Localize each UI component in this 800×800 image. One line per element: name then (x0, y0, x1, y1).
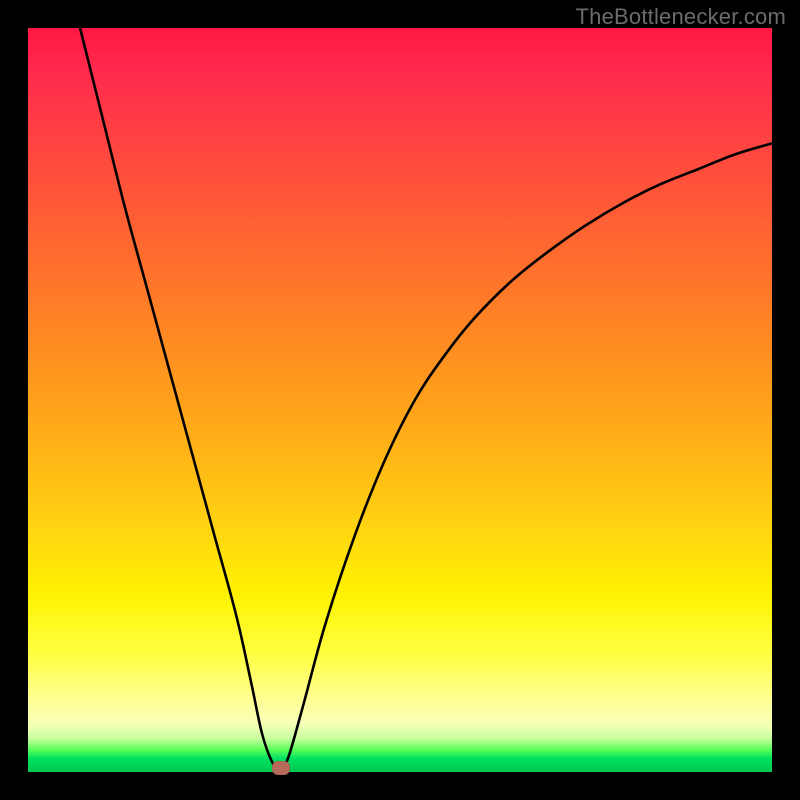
chart-curve-svg (28, 28, 772, 772)
chart-plot-area (28, 28, 772, 772)
bottleneck-curve-path (80, 28, 772, 769)
watermark-text: TheBottlenecker.com (576, 4, 786, 30)
optimum-marker (272, 761, 290, 775)
